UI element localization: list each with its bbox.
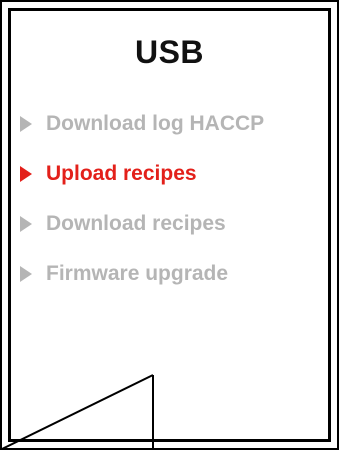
corner-mark-lines [0,374,154,450]
corner-mark-diagonal [0,374,154,450]
